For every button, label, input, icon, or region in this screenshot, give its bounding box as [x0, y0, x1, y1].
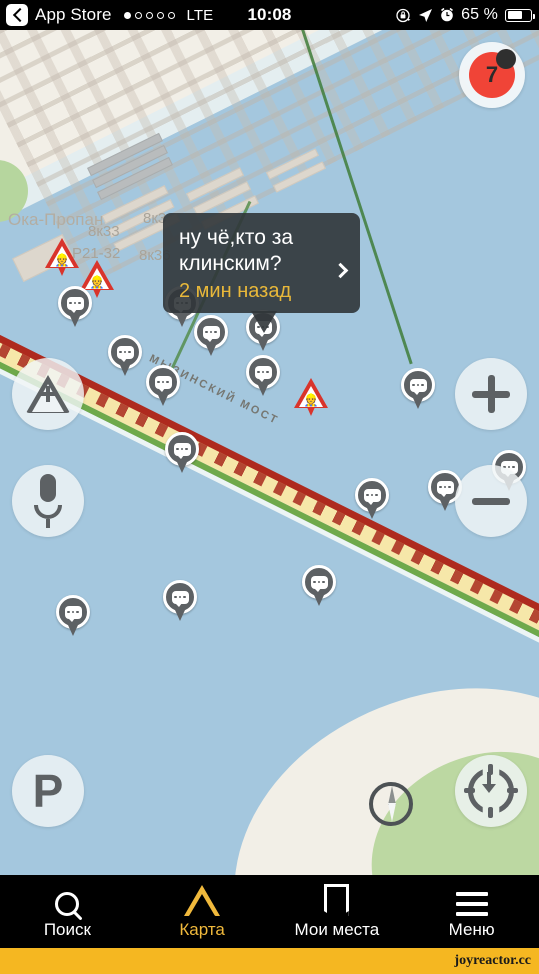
roadworks-glyph: 👷: [54, 253, 70, 267]
battery-icon: [505, 8, 535, 22]
roadworks-glyph: 👷: [303, 393, 319, 407]
add-event-button[interactable]: [12, 358, 84, 430]
tab-menu-label: Меню: [448, 920, 495, 939]
chat-pin[interactable]: [108, 335, 142, 377]
map-canvas[interactable]: Мызинский мост Ока-Пропан 8к33 8к3 Р21-3…: [0, 30, 539, 875]
traffic-score-label: 7: [485, 62, 499, 87]
compass-south-needle: [388, 803, 396, 822]
compass-icon: [369, 782, 413, 826]
chat-pin[interactable]: [194, 315, 228, 357]
crosshair-tick: [488, 807, 493, 818]
battery-level-fill: [507, 11, 522, 19]
chat-bubble-icon: [401, 368, 435, 402]
chat-bubble-icon: [194, 315, 228, 349]
microphone-icon: [40, 474, 56, 502]
chat-pin[interactable]: [58, 286, 92, 328]
parking-icon: P: [32, 765, 64, 817]
watermark-text: joyreactor.cc: [454, 953, 531, 968]
status-bar: App Store LTE 10:08 65 %: [0, 0, 539, 30]
clock-label: 10:08: [247, 5, 292, 24]
search-icon: [55, 883, 80, 916]
tab-search[interactable]: Поиск: [0, 875, 135, 948]
locate-arrow-down: [482, 772, 496, 793]
chat-bubble-icon: [163, 580, 197, 614]
chat-pin[interactable]: [165, 432, 199, 474]
chat-bubble-icon: [56, 595, 90, 629]
chat-pin[interactable]: [302, 565, 336, 607]
chat-bubble-icon: [246, 355, 280, 389]
traffic-level-button[interactable]: 7: [459, 42, 525, 108]
zoom-in-button[interactable]: [455, 358, 527, 430]
tab-search-label: Поиск: [43, 920, 91, 939]
chat-bubble-icon: [58, 286, 92, 320]
bookmark-icon: [324, 883, 350, 916]
traffic-indicator-icon: 7: [469, 49, 516, 98]
hamburger-menu-icon: [455, 883, 488, 916]
add-event-icon: [26, 375, 70, 413]
tab-map-label: Карта: [179, 920, 225, 939]
roadworks-warning-pin[interactable]: 👷: [294, 378, 328, 420]
callout-timestamp: 2 мин назад: [179, 280, 292, 302]
roadworks-warning-pin[interactable]: 👷: [45, 238, 79, 280]
minus-icon: [472, 497, 510, 505]
chat-bubble-icon: [146, 365, 180, 399]
watermark-bar: joyreactor.cc: [0, 948, 539, 974]
crosshair-tick: [507, 788, 518, 793]
chat-pin[interactable]: [246, 355, 280, 397]
crosshair-tick: [464, 788, 475, 793]
chat-pin[interactable]: [56, 595, 90, 637]
chat-bubble-icon: [108, 335, 142, 369]
compass-button[interactable]: [369, 782, 417, 830]
tab-map[interactable]: Карта: [135, 875, 270, 948]
voice-search-button[interactable]: [12, 465, 84, 537]
bottom-tab-bar: Поиск Карта Мои места Меню: [0, 875, 539, 948]
warning-triangle-icon: 👷: [45, 238, 79, 268]
navigation-arrow-icon: [184, 883, 221, 916]
plus-bar-vertical: [46, 386, 50, 402]
chat-pin[interactable]: [401, 368, 435, 410]
message-callout[interactable]: ну чё,кто за клинским? 2 мин назад: [163, 213, 360, 333]
map-label: 8к33: [88, 223, 120, 240]
zoom-out-button[interactable]: [455, 465, 527, 537]
plus-icon: [472, 375, 510, 413]
chat-pin[interactable]: [355, 478, 389, 520]
microphone-arc: [34, 505, 62, 519]
tab-my-places[interactable]: Мои места: [270, 875, 405, 948]
locate-crosshair-icon: [464, 764, 518, 818]
chat-pin[interactable]: [163, 580, 197, 622]
callout-message-text: ну чё,кто за клинским?: [179, 226, 294, 275]
chat-bubble-icon: [165, 432, 199, 466]
warning-triangle-icon: 👷: [294, 378, 328, 408]
chat-pin[interactable]: [146, 365, 180, 407]
chat-bubble-icon: [355, 478, 389, 512]
locate-me-button[interactable]: [455, 755, 527, 827]
chat-bubble-icon: [302, 565, 336, 599]
parking-button[interactable]: P: [12, 755, 84, 827]
tab-menu[interactable]: Меню: [404, 875, 539, 948]
microphone-stem: [46, 519, 50, 528]
